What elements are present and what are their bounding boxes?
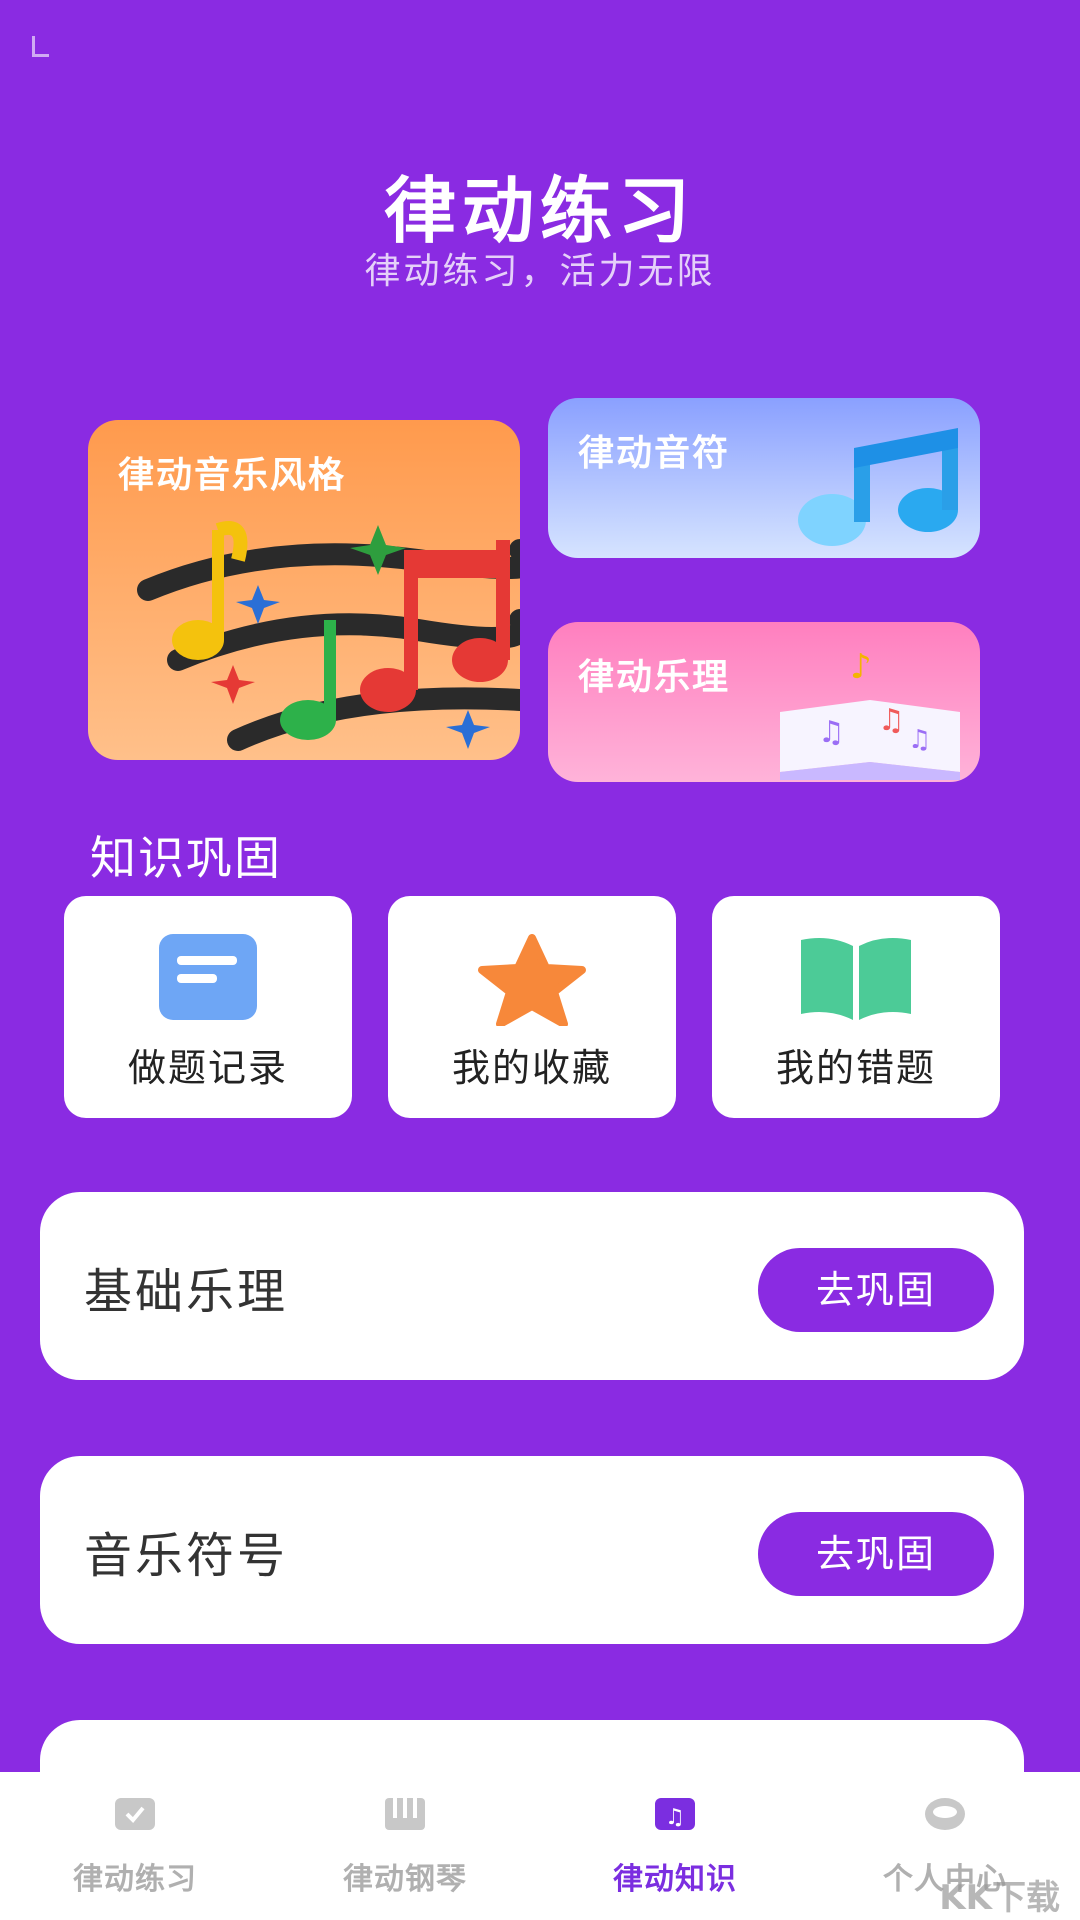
svg-text:♫: ♫ (818, 715, 845, 750)
bottom-tab-bar: 律动练习 律动钢琴 ♫ 律动知识 个人中心 (0, 1772, 1080, 1920)
tile-my-favorites[interactable]: 我的收藏 (388, 896, 676, 1118)
svg-text:♫: ♫ (908, 725, 931, 755)
tile-my-mistakes[interactable]: 我的错题 (712, 896, 1000, 1118)
practice-tab-icon (113, 1796, 157, 1832)
tab-rhythm-knowledge[interactable]: ♫ 律动知识 (540, 1772, 810, 1920)
consolidate-button[interactable]: 去巩固 (758, 1248, 994, 1332)
card-music-theory-label: 律动乐理 (578, 657, 731, 698)
card-music-notes-label: 律动音符 (578, 433, 731, 474)
tab-rhythm-practice[interactable]: 律动练习 (0, 1772, 270, 1920)
music-note-icon (798, 428, 958, 546)
tile-my-mistakes-label: 我的错题 (775, 1046, 936, 1090)
card-music-theory[interactable]: 律动乐理 ♫ ♫ ♫ ♪ (548, 622, 980, 782)
tab-rhythm-piano[interactable]: 律动钢琴 (270, 1772, 540, 1920)
consolidate-button[interactable]: 去巩固 (758, 1512, 994, 1596)
profile-icon (923, 1796, 967, 1832)
tab-label: 律动钢琴 (343, 1862, 467, 1897)
practice-row-label: 音乐符号 (84, 1528, 289, 1584)
music-note-tab-icon: ♫ (653, 1796, 697, 1832)
book-notes-illustration: ♫ ♫ ♫ ♪ (780, 647, 960, 780)
card-music-style[interactable]: 律动音乐风格 (88, 420, 520, 760)
book-icon (797, 934, 915, 1024)
tile-practice-record-label: 做题记录 (127, 1046, 288, 1090)
document-icon (159, 934, 257, 1024)
svg-text:♫: ♫ (665, 1805, 685, 1830)
watermark-logo: KK下载 (939, 1878, 1060, 1918)
card-music-notes[interactable]: 律动音符 (548, 398, 980, 558)
tile-my-favorites-label: 我的收藏 (451, 1046, 612, 1090)
star-icon (474, 934, 590, 1030)
piano-icon (383, 1796, 427, 1832)
music-notes-illustration (137, 521, 520, 751)
practice-row-label: 基础乐理 (84, 1264, 289, 1320)
tab-label: 律动练习 (73, 1862, 197, 1897)
page-subtitle: 律动练习，活力无限 (364, 251, 716, 292)
svg-text:♪: ♪ (850, 647, 872, 687)
status-bar-indicator (32, 36, 49, 57)
practice-row-music-symbols: 音乐符号 去巩固 (40, 1456, 1024, 1644)
practice-row-basic-theory: 基础乐理 去巩固 (40, 1192, 1024, 1380)
section-title-knowledge: 知识巩固 (90, 831, 282, 885)
svg-text:♫: ♫ (878, 703, 905, 738)
tab-label: 律动知识 (613, 1862, 737, 1897)
tile-practice-record[interactable]: 做题记录 (64, 896, 352, 1118)
